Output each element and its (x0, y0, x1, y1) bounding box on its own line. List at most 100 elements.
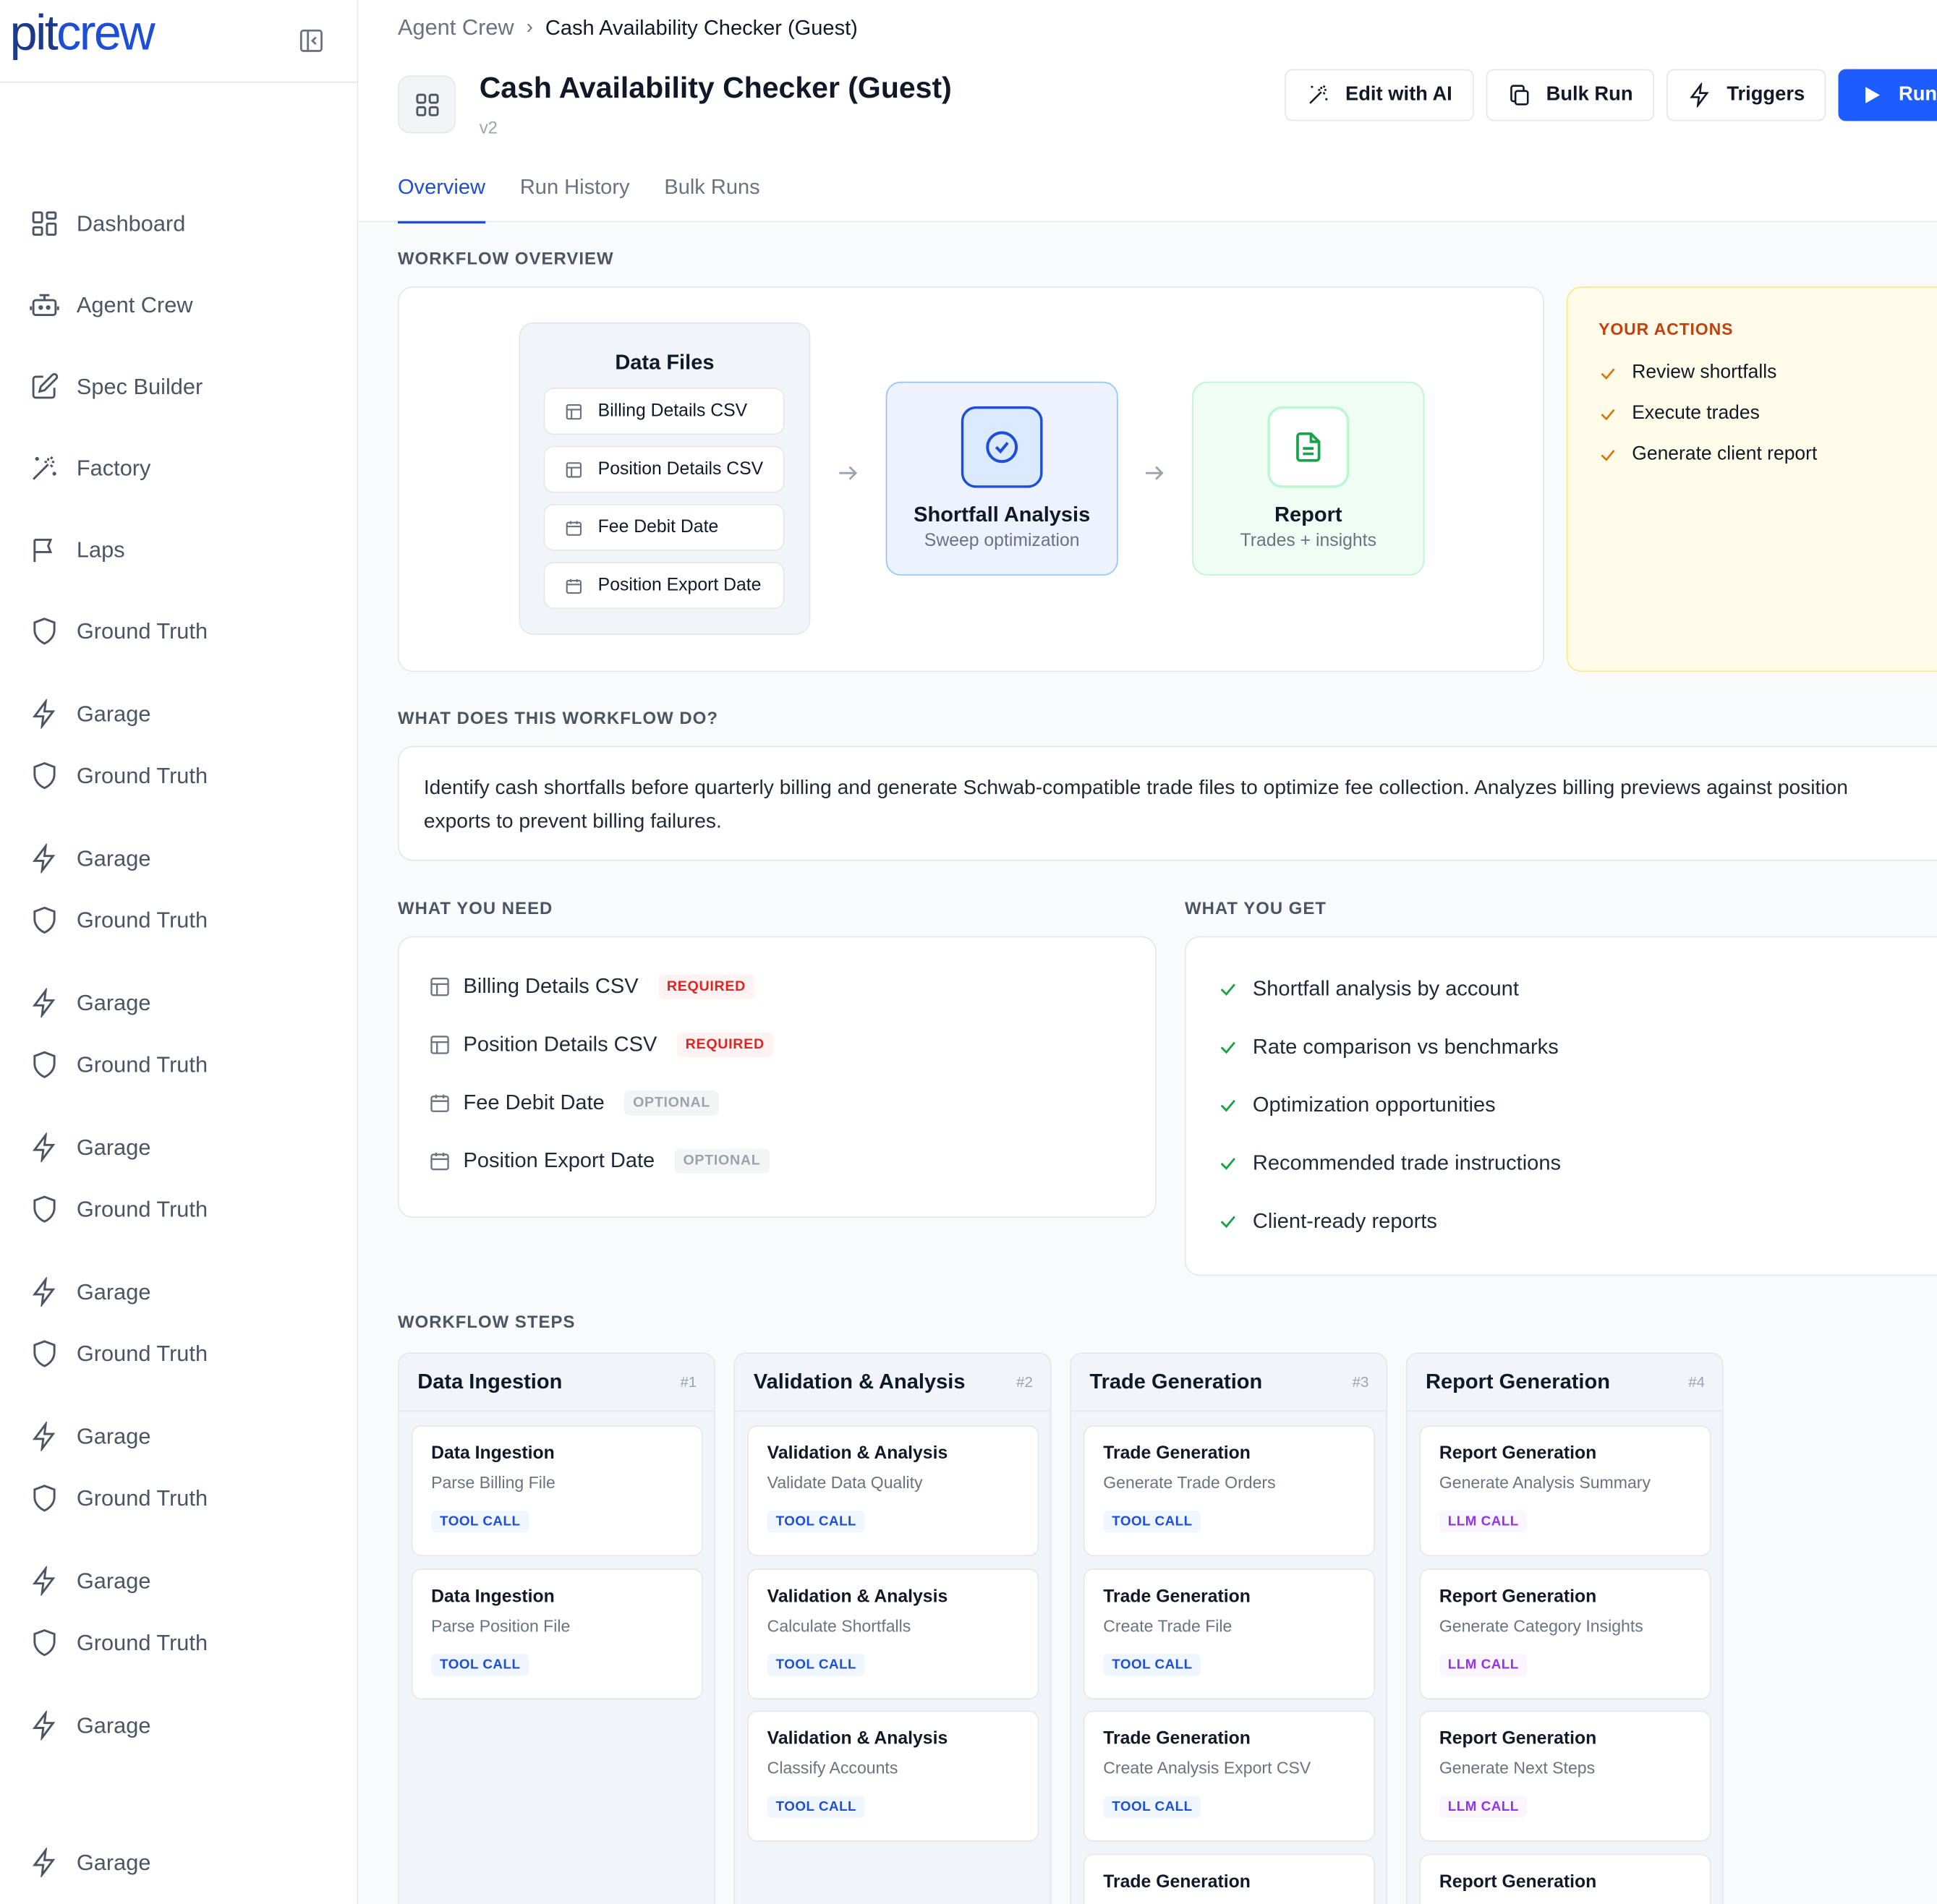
sidebar-item-garage[interactable]: Garage (30, 1563, 150, 1600)
step-card[interactable]: Validation & Analysis Classify Accounts TO… (747, 1710, 1039, 1842)
calendar-icon (430, 1152, 449, 1171)
workflow-diagram-card: Data Files Billing Details CSV Position … (397, 286, 1544, 673)
get-item-label: Rate comparison vs benchmarks (1252, 1035, 1559, 1059)
step-card-subtitle: Calculate Shortfalls (767, 1615, 911, 1635)
sidebar-item-ground-truth[interactable]: Ground Truth (30, 1191, 208, 1228)
play-icon (1865, 87, 1880, 103)
sidebar-item-garage[interactable]: Garage (30, 696, 150, 733)
sidebar-item-label: Garage (76, 845, 151, 871)
get-item-label: Recommended trade instructions (1252, 1150, 1562, 1175)
step-number: #4 (1688, 1373, 1706, 1391)
check-icon (1220, 1216, 1235, 1229)
step-card[interactable]: Trade Generation Create Analysis Export C… (1083, 1710, 1376, 1842)
sidebar-item-garage[interactable]: Garage (30, 1844, 150, 1881)
step-card[interactable]: Report Generation Generate Analysis Summa… (1419, 1425, 1711, 1557)
step-card-subtitle: Parse Billing File (431, 1473, 555, 1493)
step-card[interactable]: Report Generation Generate Next Steps LLM … (1419, 1710, 1711, 1842)
step-column-title: Data Ingestion (417, 1370, 563, 1393)
sidebar-item-label: Garage (76, 1712, 151, 1738)
step-card[interactable]: Trade Generation Create Trade File TOOL CA… (1083, 1568, 1376, 1699)
sidebar-item-ground-truth[interactable]: Ground Truth (30, 757, 208, 794)
table-icon (430, 978, 449, 996)
step-card-title: Trade Generation (1103, 1729, 1251, 1749)
bolt-icon (30, 1848, 59, 1878)
run-button[interactable]: Run (1838, 69, 1937, 121)
step-card-title: Data Ingestion (431, 1586, 555, 1607)
sidebar-item-factory[interactable]: Factory (30, 450, 150, 487)
collapse-sidebar-icon[interactable] (298, 27, 325, 55)
sidebar-item-ground-truth[interactable]: Ground Truth (30, 1046, 208, 1083)
action-item: Review shortfalls (1598, 362, 1776, 384)
sidebar-item-garage[interactable]: Garage (30, 1418, 150, 1455)
llm-call-badge: LLM CALL (1439, 1510, 1528, 1533)
step-column-title: Report Generation (1426, 1370, 1610, 1393)
calendar-icon (566, 578, 582, 594)
sidebar-item-label: Garage (76, 1134, 151, 1159)
action-item: Generate client report (1598, 443, 1817, 466)
tool-call-badge: TOOL CALL (767, 1653, 866, 1675)
step-column: Report Generation #4 Report Generation Gene… (1405, 1352, 1724, 1904)
tool-call-badge: TOOL CALL (1103, 1796, 1201, 1819)
overview-content: WORKFLOW OVERVIEW Data Files Billing Det… (358, 223, 1937, 1904)
bolt-icon (30, 1710, 59, 1741)
triggers-button[interactable]: Triggers (1666, 69, 1826, 121)
step-card[interactable]: Report Generation (1419, 1853, 1711, 1904)
data-files-title: Data Files (615, 351, 715, 375)
sidebar-item-ground-truth[interactable]: Ground Truth (30, 1624, 208, 1661)
document-icon (1267, 406, 1350, 488)
sidebar-item-ground-truth[interactable]: Ground Truth (30, 612, 208, 649)
step-card[interactable]: Report Generation Generate Category Insig… (1419, 1568, 1711, 1699)
step-card[interactable]: Trade Generation (1083, 1853, 1376, 1904)
report-stage: Report Trades + insights (1192, 381, 1425, 576)
sidebar-item-garage[interactable]: Garage (30, 1273, 150, 1310)
sidebar-item-ground-truth[interactable]: Ground Truth (30, 1335, 208, 1372)
sidebar-item-spec-builder[interactable]: Spec Builder (30, 368, 203, 405)
sidebar-item-label: Ground Truth (76, 1629, 208, 1655)
bulk-run-button[interactable]: Bulk Run (1485, 69, 1654, 121)
pitcrew-logo[interactable]: pitcrew (10, 9, 156, 58)
sidebar-item-dashboard[interactable]: Dashboard (30, 205, 185, 242)
check-icon (1220, 1158, 1235, 1170)
tab-bulk-runs[interactable]: Bulk Runs (664, 161, 759, 222)
sidebar-item-label: Ground Truth (76, 1341, 208, 1366)
sidebar-item-garage[interactable]: Garage (30, 1129, 150, 1166)
tool-call-badge: TOOL CALL (431, 1510, 529, 1533)
sidebar-item-garage[interactable]: Garage (30, 984, 150, 1021)
step-card-title: Validation & Analysis (767, 1443, 948, 1464)
sidebar-item-label: Spec Builder (76, 373, 203, 398)
step-card[interactable]: Data Ingestion Parse Billing File TOOL CAL… (411, 1425, 703, 1557)
step-column: Data Ingestion #1 Data Ingestion Parse Bill… (397, 1352, 715, 1904)
magic-wand-icon (1309, 85, 1328, 104)
sidebar-item-agent-crew[interactable]: Agent Crew (30, 286, 193, 323)
check-icon (1220, 1041, 1235, 1054)
edit-with-ai-button[interactable]: Edit with AI (1285, 69, 1473, 121)
step-card[interactable]: Validation & Analysis Calculate Shortfall… (747, 1568, 1039, 1699)
workflow-steps-heading: WORKFLOW STEPS (397, 1311, 576, 1332)
data-file-label: Position Export Date (597, 575, 762, 596)
sidebar-item-laps[interactable]: Laps (30, 531, 125, 568)
main-area: Agent Crew › Cash Availability Checker (… (358, 0, 1937, 1904)
step-column-title: Validation & Analysis (753, 1370, 966, 1393)
required-badge: REQUIRED (657, 974, 754, 999)
tab-run-history[interactable]: Run History (520, 161, 630, 222)
need-item: Billing Details CSV REQUIRED (429, 974, 754, 999)
sidebar-item-garage[interactable]: Garage (30, 840, 150, 876)
workflow-overview-heading: WORKFLOW OVERVIEW (397, 248, 614, 268)
sidebar-item-label: Laps (76, 537, 125, 562)
sidebar-item-ground-truth[interactable]: Ground Truth (30, 902, 208, 939)
step-card[interactable]: Trade Generation Generate Trade Orders TOO… (1083, 1425, 1376, 1557)
magic-wand-icon (30, 453, 59, 483)
step-card[interactable]: Data Ingestion Parse Position File TOOL CA… (411, 1568, 703, 1699)
tool-call-badge: TOOL CALL (767, 1510, 866, 1533)
step-card[interactable]: Validation & Analysis Validate Data Quali… (747, 1425, 1039, 1557)
calendar-icon (566, 520, 582, 535)
sidebar-item-garage[interactable]: Garage (30, 1707, 150, 1743)
breadcrumb-agent-crew[interactable]: Agent Crew (398, 14, 514, 40)
sidebar-item-ground-truth[interactable]: Ground Truth (30, 1480, 208, 1516)
sidebar: pitcrew Dashboard Agent Crew Spec Builder F… (0, 0, 359, 1904)
tab-overview[interactable]: Overview (397, 161, 485, 224)
shield-icon (30, 616, 59, 646)
flow-arrow-icon (1141, 461, 1166, 492)
shortfall-analysis-title: Shortfall Analysis (914, 503, 1091, 526)
header-actions: Edit with AI Bulk Run Triggers Run (1285, 69, 1937, 121)
